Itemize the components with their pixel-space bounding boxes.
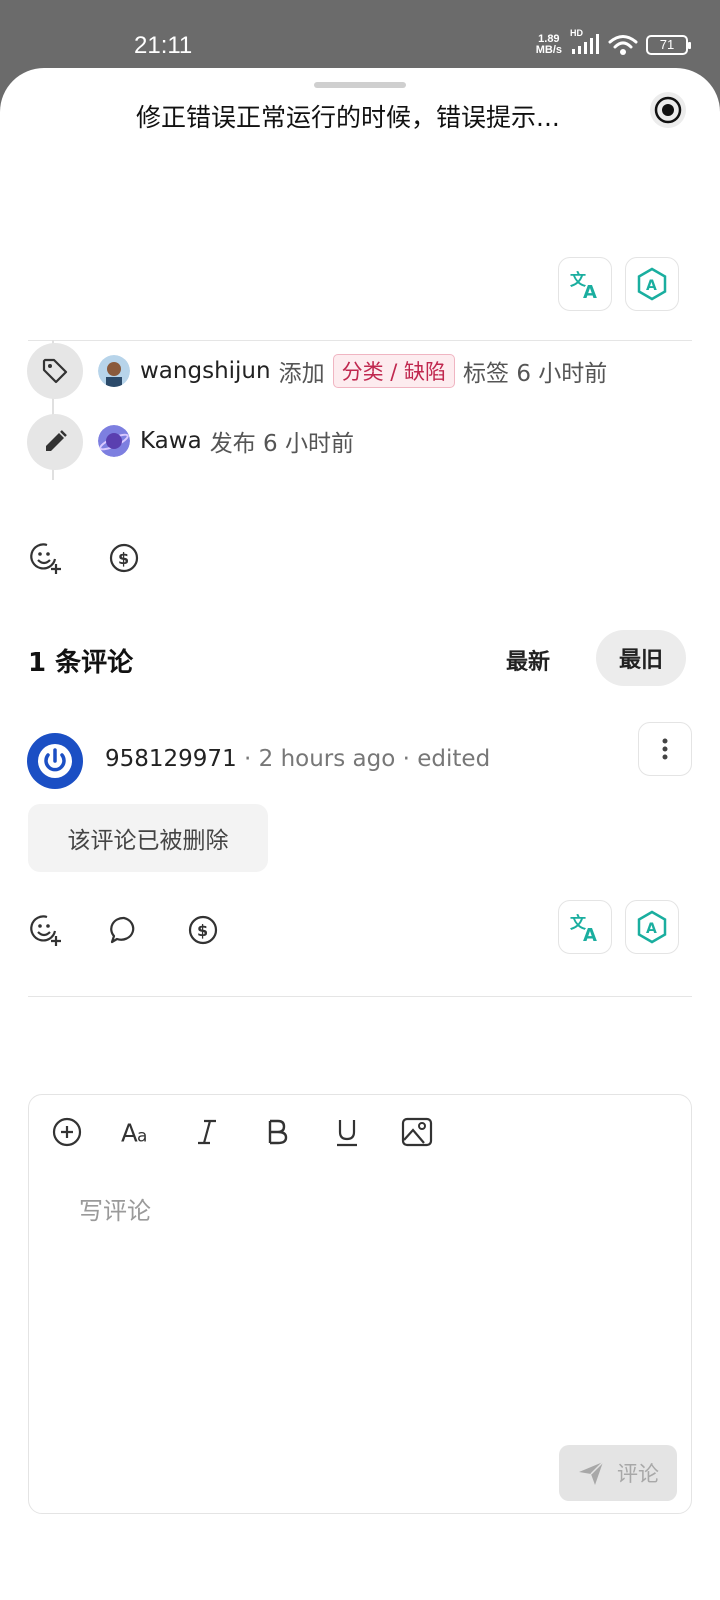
italic-button[interactable] [191, 1113, 223, 1151]
svg-text:A: A [583, 282, 597, 300]
comment-ai-assistant-button[interactable]: A [625, 900, 679, 954]
comments-divider [28, 996, 692, 997]
insert-button[interactable] [51, 1113, 83, 1151]
section-divider [28, 340, 692, 341]
emoji-add-icon [30, 915, 61, 946]
status-time: 21:11 [134, 32, 193, 59]
comment-editor: A a 写评论 评论 [28, 1094, 692, 1514]
hexagon-a-icon: A [637, 267, 667, 301]
editor-toolbar: A a [51, 1113, 433, 1151]
add-reaction-button[interactable] [26, 538, 66, 578]
svg-text:$: $ [197, 921, 208, 940]
svg-text:a: a [137, 1125, 147, 1145]
bottom-sheet: 修正错误正常运行的时候，错误提示... 文 A A wangshijun 添加 … [0, 68, 720, 1600]
image-icon [401, 1117, 433, 1147]
translate-button[interactable]: 文 A [558, 257, 612, 311]
category-tag[interactable]: 分类 / 缺陷 [332, 354, 456, 388]
timeline-action: 添加 [278, 361, 325, 387]
network-speed: 1.89 MB/s [535, 33, 562, 56]
timeline-tag-event-icon [27, 343, 83, 399]
comment-tip-button[interactable]: $ [183, 910, 223, 950]
drag-handle[interactable] [314, 82, 406, 88]
svg-text:A: A [646, 278, 657, 294]
avatar[interactable] [27, 733, 83, 789]
comment-translate-button[interactable]: 文 A [558, 900, 612, 954]
power-logo-icon [38, 744, 72, 778]
timeline-suffix: 标签 6 小时前 [463, 361, 608, 387]
submit-comment-button[interactable]: 评论 [559, 1445, 677, 1501]
reply-button[interactable] [104, 910, 144, 950]
svg-text:A: A [121, 1118, 138, 1147]
deleted-comment-notice: 该评论已被删除 [28, 804, 268, 872]
more-vertical-icon [662, 738, 668, 760]
status-bar: 21:11 1.89 MB/s HD 71 [0, 0, 720, 70]
timeline-publish-event-icon [27, 414, 83, 470]
font-size-icon: A a [121, 1118, 147, 1147]
text-style-button[interactable]: A a [121, 1113, 153, 1151]
timeline-user[interactable]: Kawa [140, 428, 202, 454]
dollar-icon: $ [188, 915, 218, 945]
timeline-suffix: 发布 6 小时前 [209, 431, 354, 457]
send-icon [579, 1461, 604, 1485]
insert-image-button[interactable] [401, 1113, 433, 1151]
sheet-title: 修正错误正常运行的时候，错误提示... [136, 103, 560, 132]
hexagon-a-icon: A [637, 910, 667, 944]
timeline-publish-event: Kawa 发布 6 小时前 [98, 424, 354, 458]
avatar[interactable] [98, 355, 130, 387]
comment-author[interactable]: 958129971 [105, 746, 237, 772]
translate-icon: 文 A [570, 270, 597, 300]
bold-icon [268, 1119, 288, 1145]
battery-indicator: 71 [646, 35, 691, 55]
underline-button[interactable] [331, 1113, 363, 1151]
sort-oldest-button[interactable]: 最旧 [596, 630, 686, 686]
subscribe-button[interactable] [650, 92, 686, 128]
comment-time: · 2 hours ago · edited [236, 746, 491, 772]
comment-meta: 958129971 · 2 hours ago · edited [105, 746, 490, 772]
wifi-icon [608, 35, 638, 55]
tag-icon [42, 358, 68, 384]
italic-icon [198, 1119, 216, 1145]
comment-add-reaction-button[interactable] [26, 910, 66, 950]
dollar-icon: $ [109, 543, 139, 573]
plus-circle-icon [52, 1117, 82, 1147]
timeline-tag-event: wangshijun 添加 分类 / 缺陷 标签 6 小时前 [98, 354, 607, 388]
timeline-user[interactable]: wangshijun [140, 358, 271, 384]
bold-button[interactable] [261, 1113, 293, 1151]
underline-icon [337, 1120, 357, 1147]
status-icons: 1.89 MB/s HD 71 [535, 28, 691, 56]
sort-newest-button[interactable]: 最新 [506, 644, 550, 676]
tip-button[interactable]: $ [104, 538, 144, 578]
svg-text:A: A [646, 921, 657, 937]
emoji-add-icon [30, 543, 61, 574]
svg-text:$: $ [118, 549, 129, 568]
ai-assistant-button[interactable]: A [625, 257, 679, 311]
submit-label: 评论 [617, 1462, 659, 1486]
signal-icon: HD [570, 28, 600, 56]
radio-target-icon [654, 96, 682, 124]
chat-bubble-icon [110, 916, 135, 944]
comment-input[interactable] [79, 1191, 639, 1231]
comment-more-button[interactable] [638, 722, 692, 776]
comments-count: 1 条评论 [28, 648, 134, 678]
avatar[interactable] [98, 425, 130, 457]
pencil-icon [46, 430, 67, 451]
svg-text:A: A [583, 925, 597, 943]
translate-icon: 文 A [570, 913, 597, 943]
